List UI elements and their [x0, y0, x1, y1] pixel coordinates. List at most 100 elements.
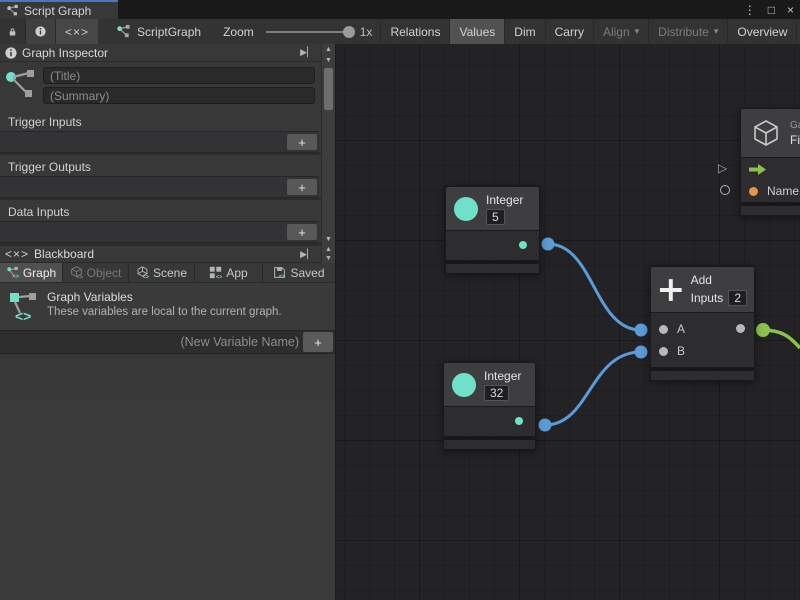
window-menu-icon[interactable]: ⋮ [744, 3, 756, 17]
scroll-down-icon[interactable]: ▼ [322, 55, 335, 66]
svg-text:<>: <> [76, 275, 83, 279]
expand-panel-icon[interactable]: ▶▏ [300, 249, 314, 260]
close-icon[interactable]: × [787, 3, 794, 17]
graph-variables-subtitle: These variables are local to the current… [47, 306, 282, 318]
output-port[interactable] [519, 241, 527, 249]
wire-integer5-to-add-a[interactable] [548, 244, 641, 330]
graph-variables-icon: <> [8, 289, 38, 323]
output-port[interactable] [515, 417, 523, 425]
dim-button[interactable]: Dim [504, 19, 544, 44]
relations-button[interactable]: Relations [380, 19, 449, 44]
scrollbar-thumb[interactable] [324, 68, 333, 110]
wire-endpoint[interactable] [635, 346, 648, 359]
integer-value-field[interactable]: 32 [484, 385, 509, 401]
scroll-up-icon[interactable]: ▲ [322, 44, 335, 55]
zoom-slider[interactable] [266, 31, 352, 33]
align-dropdown[interactable]: Align ▾ [593, 19, 648, 44]
node-find[interactable]: Gam Fin Name [740, 108, 800, 216]
scroll-down-icon[interactable]: ▼ [322, 234, 335, 245]
integer-value-field[interactable]: 5 [486, 209, 505, 225]
add-trigger-output-button[interactable]: + [287, 179, 317, 195]
graph-canvas[interactable]: Integer 5 Integer 32 Add [336, 44, 800, 600]
node-integer-32[interactable]: Integer 32 [443, 362, 536, 450]
name-input-port[interactable] [749, 187, 758, 196]
node-add[interactable]: Add Inputs 2 A B [650, 266, 755, 381]
expand-panel-icon[interactable]: ▶▏ [300, 47, 314, 58]
tab-object[interactable]: <> Object [63, 263, 129, 282]
tab-app[interactable]: <> App [195, 263, 263, 282]
input-port-b[interactable] [659, 347, 668, 356]
svg-text:<>: <> [279, 274, 286, 279]
wire-endpoint[interactable] [539, 419, 552, 432]
tab-graph[interactable]: <> Graph [0, 263, 63, 282]
inputs-count-field[interactable]: 2 [728, 290, 747, 306]
add-data-input-button[interactable]: + [287, 224, 317, 240]
wire-endpoint[interactable] [542, 238, 555, 251]
wire-integer32-to-add-b[interactable] [545, 352, 641, 425]
caret-down-icon: ▾ [714, 26, 719, 37]
side-panel: Graph Inspector ▶▏ Trigger Inputs + Trig… [0, 44, 336, 600]
blackboard-header: <×> Blackboard ▶▏ [0, 245, 335, 263]
lock-button[interactable] [0, 19, 25, 44]
trigger-outputs-section: Trigger Outputs + [0, 155, 335, 200]
trigger-input-port[interactable]: ▷ [718, 161, 727, 175]
toolbar: <×> ScriptGraph Zoom 1x Relations Values… [0, 19, 800, 44]
wire-endpoint[interactable] [756, 323, 770, 337]
blackboard-tabs: <> Graph <> Object <> Scene <> [0, 263, 335, 283]
graph-window-icon [6, 4, 19, 17]
inspector-scrollbar[interactable]: ▲ ▼ ▼ [321, 44, 335, 245]
fullscreen-button[interactable]: Full Screen [796, 19, 800, 44]
trigger-arrow-icon[interactable] [749, 164, 766, 175]
trigger-outputs-label: Trigger Outputs [0, 155, 319, 176]
trigger-inputs-label: Trigger Inputs [0, 110, 319, 131]
variables-empty-area [0, 400, 335, 600]
object-tab-icon: <> [70, 266, 83, 279]
distribute-dropdown[interactable]: Distribute ▾ [648, 19, 727, 44]
zoom-slider-handle[interactable] [343, 26, 355, 38]
scroll-up-icon[interactable]: ▲ [322, 245, 335, 254]
variables-icon: <×> [5, 247, 29, 261]
new-variable-input[interactable] [8, 335, 299, 349]
integer-type-icon [454, 197, 478, 221]
info-icon [5, 47, 17, 59]
graph-icon [5, 67, 37, 101]
title-field[interactable] [43, 67, 315, 84]
trigger-outputs-list: + [0, 176, 319, 198]
port-a-label: A [677, 322, 685, 336]
maximize-icon[interactable]: □ [768, 3, 775, 17]
wire-endpoint[interactable] [635, 324, 648, 337]
info-button[interactable] [25, 19, 55, 44]
output-port[interactable] [736, 324, 745, 333]
trigger-inputs-section: Trigger Inputs + [0, 110, 335, 155]
add-trigger-input-button[interactable]: + [287, 134, 317, 150]
scroll-down-icon[interactable]: ▼ [322, 254, 335, 263]
graph-variables-info: <> Graph Variables These variables are l… [0, 283, 335, 330]
node-integer-5[interactable]: Integer 5 [445, 186, 540, 274]
summary-field[interactable] [43, 87, 315, 104]
node-title: Fin [790, 133, 800, 147]
node-title: Add [691, 273, 747, 287]
input-port-a[interactable] [659, 325, 668, 334]
carry-button[interactable]: Carry [545, 19, 593, 44]
svg-text:<>: <> [216, 275, 222, 279]
node-footer [443, 439, 536, 450]
tab-saved[interactable]: <> Saved [263, 263, 335, 282]
graph-name: ScriptGraph [110, 19, 207, 44]
node-subtitle: Gam [790, 120, 800, 131]
zoom-label: Zoom [223, 25, 254, 39]
add-variable-button[interactable]: + [303, 332, 333, 352]
gameobject-cube-icon [751, 118, 781, 148]
overview-button[interactable]: Overview [727, 19, 796, 44]
tab-scene[interactable]: <> Scene [129, 263, 195, 282]
data-inputs-list: + [0, 221, 319, 243]
wire-add-output[interactable] [763, 330, 800, 348]
scene-tab-icon: <> [136, 266, 149, 279]
values-button[interactable]: Values [449, 19, 504, 44]
data-input-port[interactable] [720, 185, 730, 195]
code-toggle-button[interactable]: <×> [55, 19, 98, 44]
app-tab-icon: <> [209, 266, 222, 279]
svg-text:<>: <> [15, 308, 31, 323]
blackboard-scrollbar[interactable]: ▲ ▼ [321, 245, 335, 263]
tab-script-graph[interactable]: Script Graph [0, 0, 118, 19]
svg-text:<>: <> [142, 275, 149, 279]
